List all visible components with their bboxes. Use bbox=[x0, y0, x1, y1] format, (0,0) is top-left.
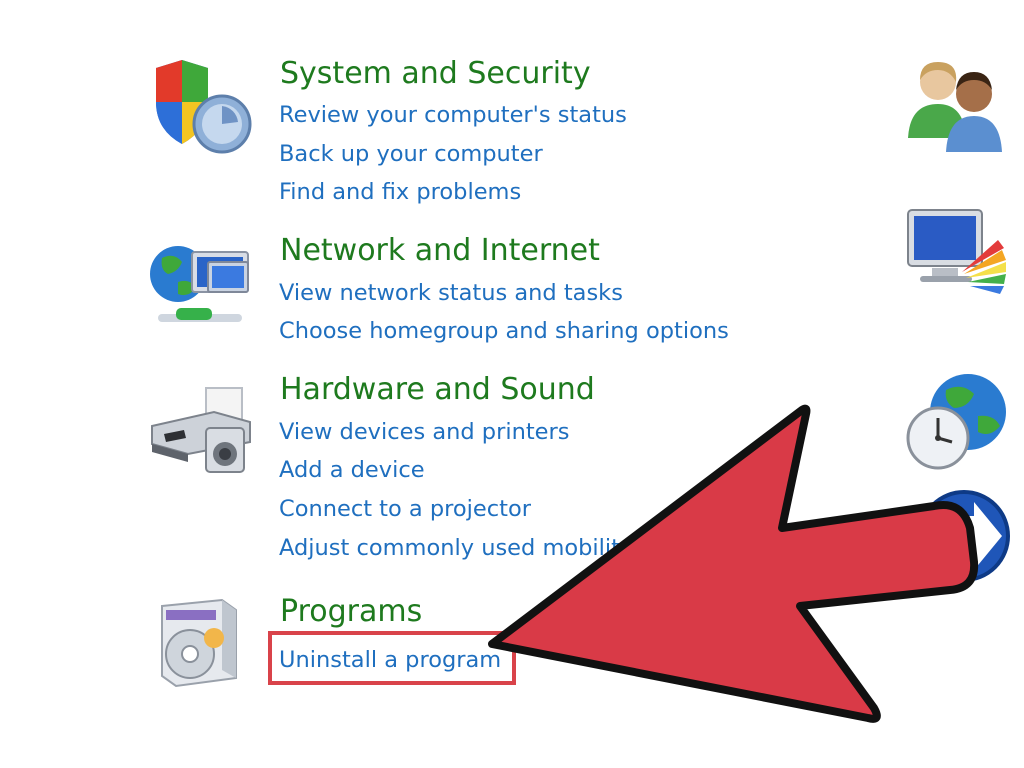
highlight-box-icon bbox=[268, 631, 516, 685]
printer-icon bbox=[151, 387, 251, 473]
link-projector[interactable]: Connect to a projector bbox=[279, 494, 531, 524]
link-add-device[interactable]: Add a device bbox=[279, 455, 425, 485]
network-globe-icon bbox=[150, 246, 249, 322]
link-devices-printers[interactable]: View devices and printers bbox=[279, 417, 570, 447]
appearance-icon[interactable] bbox=[902, 202, 1012, 302]
link-find-fix[interactable]: Find and fix problems bbox=[279, 177, 521, 207]
category-title[interactable]: Hardware and Sound bbox=[280, 372, 595, 408]
clock-globe-icon[interactable] bbox=[902, 372, 1012, 472]
category-title[interactable]: System and Security bbox=[280, 56, 591, 92]
ease-of-access-icon[interactable] bbox=[902, 486, 1012, 586]
link-network-status[interactable]: View network status and tasks bbox=[279, 278, 623, 308]
user-accounts-icon[interactable] bbox=[902, 56, 1012, 156]
programs-box-icon bbox=[161, 598, 237, 688]
control-panel-page: System and Security Review your computer… bbox=[0, 0, 1024, 768]
category-title[interactable]: Network and Internet bbox=[280, 233, 600, 269]
link-backup[interactable]: Back up your computer bbox=[279, 139, 543, 169]
link-mobility[interactable]: Adjust commonly used mobility settings bbox=[279, 533, 730, 563]
link-review-status[interactable]: Review your computer's status bbox=[279, 100, 627, 130]
category-title[interactable]: Programs bbox=[280, 594, 422, 630]
link-homegroup[interactable]: Choose homegroup and sharing options bbox=[279, 316, 729, 346]
shield-icon bbox=[156, 60, 252, 154]
